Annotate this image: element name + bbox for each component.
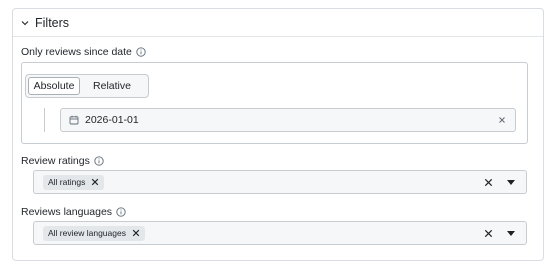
remove-chip-icon[interactable] [91,178,99,186]
languages-chip: All review languages [43,225,145,241]
caret-down-icon[interactable] [507,180,515,185]
ratings-select[interactable]: All ratings [33,170,527,194]
indent-divider [44,108,45,132]
clear-selection-icon[interactable] [484,229,493,238]
ratings-chip: All ratings [43,174,105,190]
clear-date-icon[interactable] [497,115,507,125]
ratings-label: Review ratings [21,155,104,167]
filters-header[interactable]: Filters [13,9,543,37]
mode-relative-button[interactable]: Relative [80,77,144,95]
info-icon[interactable] [136,47,146,57]
date-input[interactable]: 2026-01-01 [60,108,516,132]
filters-title: Filters [35,15,70,30]
date-value: 2026-01-01 [85,114,139,126]
remove-chip-icon[interactable] [132,229,140,237]
languages-label: Reviews languages [21,206,126,218]
info-icon[interactable] [94,156,104,166]
languages-chip-label: All review languages [48,228,126,238]
languages-label-text: Reviews languages [21,206,113,218]
mode-absolute-button[interactable]: Absolute [28,77,80,95]
info-icon[interactable] [116,207,126,217]
since-date-label: Only reviews since date [21,46,146,58]
languages-select[interactable]: All review languages [33,221,527,245]
ratings-chip-label: All ratings [48,177,86,187]
calendar-icon [69,115,79,125]
ratings-label-text: Review ratings [21,155,90,167]
clear-selection-icon[interactable] [484,178,493,187]
since-date-label-text: Only reviews since date [21,46,132,58]
caret-down-icon[interactable] [507,231,515,236]
chevron-down-icon [21,20,29,25]
date-mode-toggle: Absolute Relative [25,74,149,98]
